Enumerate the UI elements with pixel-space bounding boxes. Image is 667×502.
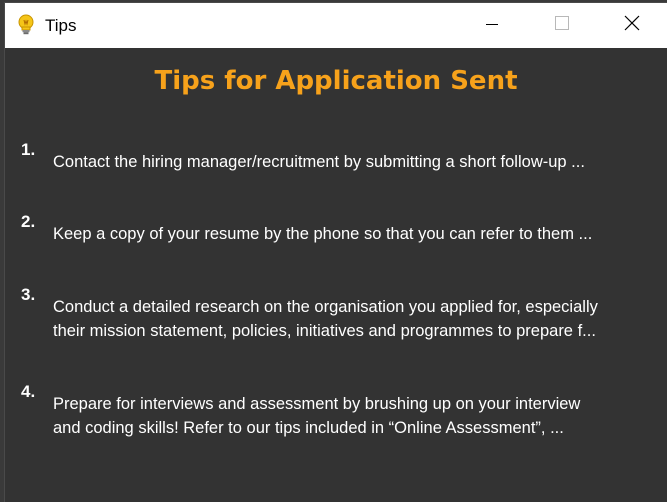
- tip-text: Conduct a detailed research on the organ…: [53, 298, 598, 340]
- title-bar[interactable]: Tips: [5, 3, 667, 48]
- minimize-icon: [486, 17, 498, 35]
- tip-text: Contact the hiring manager/recruitment b…: [53, 153, 585, 171]
- tips-content: Tips for Application Sent 1. Contact the…: [5, 48, 667, 502]
- maximize-button[interactable]: [527, 3, 597, 48]
- tip-text: Keep a copy of your resume by the phone …: [53, 225, 593, 243]
- page-title: Tips for Application Sent: [154, 66, 518, 96]
- tip-number: 2.: [21, 212, 36, 231]
- minimize-button[interactable]: [457, 3, 527, 48]
- tip-text: Prepare for interviews and assessment by…: [53, 395, 581, 437]
- close-icon: [624, 15, 640, 36]
- window-title: Tips: [45, 16, 77, 35]
- tip-number: 4.: [21, 382, 36, 401]
- tip-number: 3.: [21, 285, 36, 304]
- lightbulb-icon: [15, 14, 37, 36]
- close-button[interactable]: [597, 3, 667, 48]
- tip-number: 1.: [21, 140, 36, 159]
- maximize-icon: [555, 16, 569, 35]
- tips-window: Tips Tips for Application Sent 1. Contac: [5, 3, 667, 502]
